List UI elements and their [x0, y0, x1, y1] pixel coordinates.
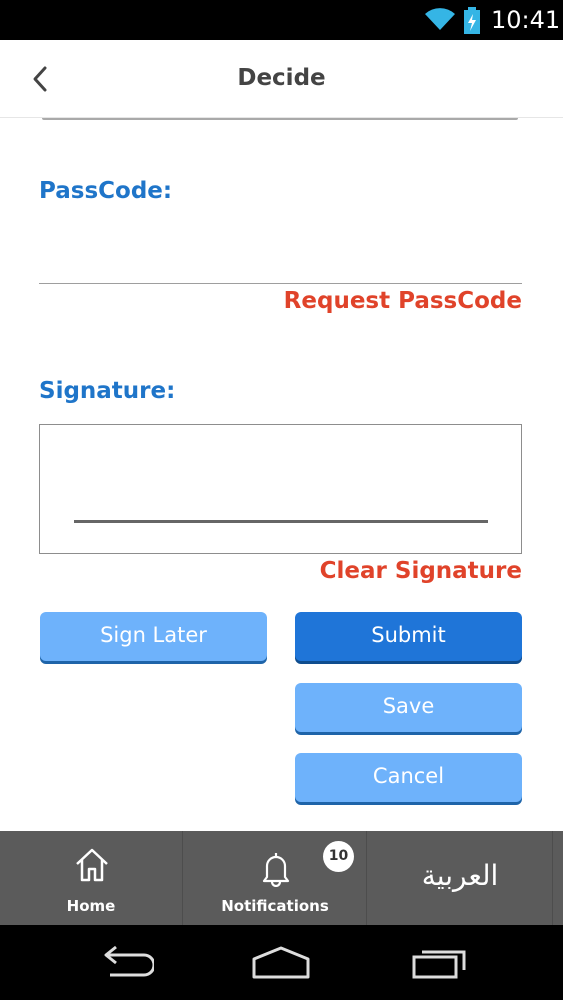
cancel-button[interactable]: Cancel: [295, 753, 522, 802]
wifi-icon: [425, 8, 455, 30]
passcode-label: PassCode:: [39, 178, 173, 204]
status-clock: 10:41: [491, 6, 561, 34]
nav-home[interactable]: Home: [0, 831, 183, 925]
nav-notifications-label: Notifications: [221, 897, 329, 915]
battery-charging-icon: [464, 7, 480, 34]
home-outline-icon[interactable]: [251, 943, 311, 983]
nav-home-label: Home: [66, 897, 116, 915]
back-arrow-icon[interactable]: [96, 943, 154, 983]
signature-baseline: [74, 520, 488, 523]
house-icon: [76, 848, 108, 882]
sign-later-button[interactable]: Sign Later: [40, 612, 267, 661]
signature-label: Signature:: [39, 378, 176, 404]
bell-icon: [262, 853, 290, 887]
page-title: Decide: [237, 65, 326, 91]
nav-notifications[interactable]: 10 Notifications: [184, 831, 367, 925]
request-passcode-link[interactable]: Request PassCode: [284, 288, 522, 314]
previous-field-underline: [42, 118, 518, 120]
save-button[interactable]: Save: [295, 683, 522, 732]
submit-button[interactable]: Submit: [295, 612, 522, 661]
nav-language-arabic[interactable]: العربية: [368, 831, 553, 925]
signature-pad[interactable]: [39, 424, 522, 554]
app-header: Decide: [0, 40, 563, 118]
form-content: PassCode: Request PassCode Signature: Cl…: [0, 118, 563, 831]
clear-signature-link[interactable]: Clear Signature: [320, 558, 522, 584]
system-nav-bar: [0, 925, 563, 1000]
passcode-input[interactable]: [39, 236, 522, 284]
status-bar: 10:41: [0, 0, 563, 40]
notification-count-badge: 10: [323, 841, 354, 872]
language-toggle-label: العربية: [421, 859, 499, 892]
recent-apps-icon[interactable]: [411, 943, 469, 983]
bottom-nav: Home 10 Notifications العربية: [0, 831, 563, 925]
